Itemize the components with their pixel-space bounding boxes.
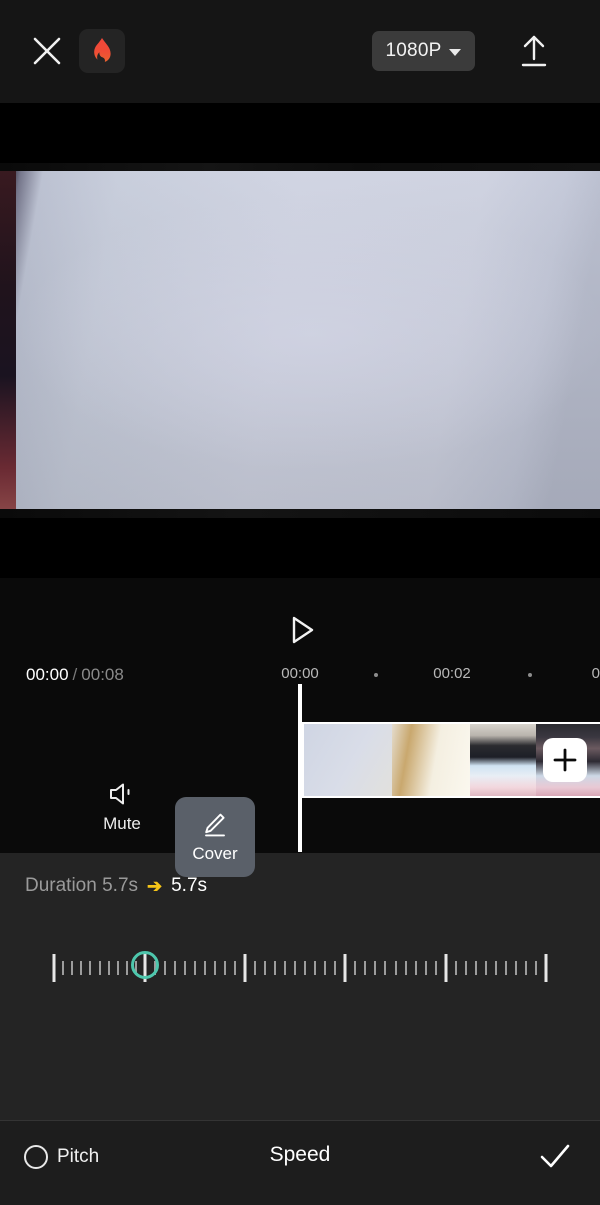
close-button[interactable] bbox=[28, 32, 66, 70]
slider-minor-tick bbox=[455, 961, 457, 975]
close-icon bbox=[33, 37, 61, 65]
slider-minor-tick bbox=[294, 961, 296, 975]
ruler-label: 00:02 bbox=[433, 665, 471, 682]
clip-thumbnail bbox=[392, 724, 470, 796]
add-clip-button[interactable] bbox=[543, 738, 587, 782]
slider-minor-tick bbox=[515, 961, 517, 975]
slider-minor-tick bbox=[80, 961, 83, 975]
slider-minor-tick bbox=[465, 961, 467, 975]
slider-major-tick bbox=[52, 954, 56, 982]
slider-minor-tick bbox=[424, 961, 427, 975]
slider-minor-tick bbox=[264, 961, 266, 975]
slider-minor-tick bbox=[71, 961, 74, 975]
slider-minor-tick bbox=[194, 961, 196, 975]
slider-minor-tick bbox=[354, 961, 357, 975]
slider-minor-tick bbox=[314, 961, 316, 975]
slider-minor-tick bbox=[414, 961, 417, 975]
slider-minor-tick bbox=[274, 961, 276, 975]
playhead[interactable] bbox=[298, 684, 302, 852]
slider-minor-tick bbox=[98, 961, 101, 975]
play-icon bbox=[292, 616, 314, 644]
slider-major-tick bbox=[343, 954, 347, 982]
slider-minor-tick bbox=[284, 961, 286, 975]
pencil-edit-icon bbox=[205, 813, 225, 836]
resolution-label: 1080P bbox=[385, 40, 442, 61]
slider-minor-tick bbox=[434, 961, 437, 975]
duration-readout: Duration 5.7s ➔ 5.7s bbox=[25, 875, 207, 897]
play-button[interactable] bbox=[281, 610, 321, 650]
slider-major-tick bbox=[243, 954, 247, 982]
slider-minor-tick bbox=[394, 961, 397, 975]
slider-minor-tick bbox=[334, 961, 336, 975]
slider-minor-tick bbox=[364, 961, 367, 975]
arrow-right-icon: ➔ bbox=[147, 875, 163, 896]
slider-minor-tick bbox=[535, 961, 537, 975]
slider-minor-tick bbox=[164, 961, 166, 975]
clip-thumbnail bbox=[470, 724, 536, 796]
ruler-dot bbox=[528, 673, 532, 677]
chevron-down-icon bbox=[449, 48, 462, 56]
ruler-label: 00:00 bbox=[281, 665, 319, 682]
top-bar: 1080P bbox=[0, 0, 600, 103]
slider-minor-tick bbox=[234, 961, 236, 975]
slider-minor-tick bbox=[174, 961, 176, 975]
slider-minor-tick bbox=[89, 961, 92, 975]
plus-icon bbox=[553, 748, 577, 772]
mute-button[interactable]: Mute bbox=[93, 780, 151, 846]
clip-thumbnail bbox=[304, 724, 392, 796]
slider-major-tick bbox=[444, 954, 448, 982]
slider-minor-tick bbox=[495, 961, 497, 975]
ruler-label: 00 bbox=[591, 665, 600, 682]
speed-slider[interactable] bbox=[0, 948, 600, 988]
duration-result: 5.7s bbox=[171, 875, 208, 896]
slider-minor-tick bbox=[184, 961, 186, 975]
slider-minor-tick bbox=[125, 961, 128, 975]
slider-minor-tick bbox=[475, 961, 477, 975]
check-icon bbox=[540, 1144, 570, 1168]
slider-minor-tick bbox=[214, 961, 216, 975]
upload-icon bbox=[521, 35, 547, 67]
slider-minor-tick bbox=[224, 961, 226, 975]
video-frame-left-edge bbox=[0, 163, 16, 518]
slider-minor-tick bbox=[62, 961, 65, 975]
speaker-mute-icon bbox=[110, 783, 130, 805]
slider-minor-tick bbox=[374, 961, 377, 975]
page-title: Speed bbox=[269, 1143, 331, 1166]
mute-label: Mute bbox=[103, 814, 141, 833]
export-button[interactable] bbox=[515, 31, 553, 71]
slider-minor-tick bbox=[254, 961, 256, 975]
slider-minor-tick bbox=[404, 961, 407, 975]
slider-minor-tick bbox=[525, 961, 527, 975]
video-preview-area[interactable] bbox=[0, 103, 600, 578]
flame-effects-button[interactable] bbox=[79, 29, 125, 73]
video-editor-screen: 1080P 00:00/00:08 00:00 00:02 0 Mute Cov… bbox=[0, 0, 600, 1205]
slider-minor-tick bbox=[324, 961, 326, 975]
ruler-dot bbox=[374, 673, 378, 677]
resolution-dropdown[interactable]: 1080P bbox=[372, 31, 475, 71]
slider-minor-tick bbox=[384, 961, 387, 975]
duration-original: Duration 5.7s bbox=[25, 875, 139, 896]
cover-button[interactable]: Cover bbox=[175, 797, 255, 877]
slider-minor-tick bbox=[204, 961, 206, 975]
cover-label: Cover bbox=[192, 843, 238, 863]
slider-minor-tick bbox=[485, 961, 487, 975]
slider-major-tick bbox=[544, 954, 548, 982]
speed-slider-handle[interactable] bbox=[131, 951, 159, 979]
confirm-button[interactable] bbox=[536, 1139, 574, 1175]
video-frame-bottom-letterbox bbox=[0, 509, 600, 518]
bottom-bar: Pitch Speed bbox=[0, 1120, 600, 1205]
speed-panel: Duration 5.7s ➔ 5.7s 0.1x1x2x5x10x100x M… bbox=[0, 853, 600, 1120]
timeline-left-tools: Mute Cover bbox=[0, 722, 298, 877]
slider-minor-tick bbox=[107, 961, 110, 975]
slider-minor-tick bbox=[116, 961, 119, 975]
video-frame bbox=[0, 163, 600, 518]
video-frame-image bbox=[0, 163, 600, 518]
video-frame-top-letterbox bbox=[0, 163, 600, 171]
slider-minor-tick bbox=[505, 961, 507, 975]
flame-icon bbox=[94, 38, 111, 62]
slider-minor-tick bbox=[304, 961, 306, 975]
